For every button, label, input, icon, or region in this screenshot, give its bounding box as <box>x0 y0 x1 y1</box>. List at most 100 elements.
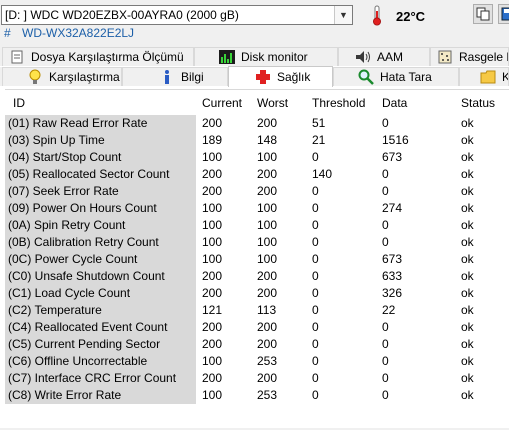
tab-error-scan[interactable]: Hata Tara <box>333 67 459 86</box>
cell-id: (C4) Reallocated Event Count <box>5 319 196 336</box>
tab-info[interactable]: Bilgi <box>122 67 228 86</box>
cell-current: 189 <box>202 133 223 147</box>
cell-current: 100 <box>202 201 223 215</box>
thermometer-icon <box>373 5 381 26</box>
cell-status: ok <box>461 371 474 385</box>
drive-select[interactable]: [D: ] WDC WD20EZBX-00AYRA0 (2000 gB) ▼ <box>1 5 353 25</box>
cell-threshold: 21 <box>312 133 326 147</box>
table-row[interactable]: (0C) Power Cycle Count 100 100 0 673 ok <box>5 251 509 268</box>
tab-label: Disk monitor <box>241 50 308 64</box>
cell-id: (C7) Interface CRC Error Count <box>5 370 196 387</box>
column-header-threshold[interactable]: Threshold <box>312 96 365 110</box>
cell-worst: 200 <box>257 286 278 300</box>
tab-health[interactable]: Sağlık <box>228 66 333 87</box>
table-row[interactable]: (0A) Spin Retry Count 100 100 0 0 ok <box>5 217 509 234</box>
column-header-data[interactable]: Data <box>382 96 407 110</box>
info-icon <box>159 69 175 85</box>
cell-id: (C0) Unsafe Shutdown Count <box>5 268 196 285</box>
chart-icon <box>219 49 235 65</box>
cell-current: 200 <box>202 337 223 351</box>
save-button[interactable] <box>498 4 509 24</box>
random-icon <box>437 49 453 65</box>
table-row[interactable]: (C1) Load Cycle Count 200 200 0 326 ok <box>5 285 509 302</box>
cell-status: ok <box>461 235 474 249</box>
cell-worst: 200 <box>257 116 278 130</box>
attribute-name: (0A) Spin Retry Count <box>8 218 126 232</box>
cell-data: 0 <box>382 116 389 130</box>
tab-disk-monitor[interactable]: Disk monitor <box>194 47 338 66</box>
cell-status: ok <box>461 388 474 402</box>
chevron-down-icon[interactable]: ▼ <box>334 6 352 24</box>
tab-label: Rasgele E <box>459 50 509 64</box>
table-row[interactable]: (0B) Calibration Retry Count 100 100 0 0 ok <box>5 234 509 251</box>
attribute-name: (05) Reallocated Sector Count <box>8 167 170 181</box>
attribute-name: (03) Spin Up Time <box>8 133 105 147</box>
serial-hash: # <box>4 26 11 40</box>
tab-random-access[interactable]: Rasgele E <box>430 47 509 66</box>
tab-benchmark[interactable]: Karşılaştırma <box>2 67 122 86</box>
attribute-name: (C1) Load Cycle Count <box>8 286 131 300</box>
cell-worst: 253 <box>257 388 278 402</box>
table-row[interactable]: (C6) Offline Uncorrectable 100 253 0 0 ok <box>5 353 509 370</box>
attribute-name: (0B) Calibration Retry Count <box>8 235 159 249</box>
tab-file-benchmark[interactable]: Dosya Karşılaştırma Ölçümü <box>2 47 194 66</box>
drive-select-value: [D: ] WDC WD20EZBX-00AYRA0 (2000 gB) <box>5 8 239 22</box>
tab-label: Karşılaştırma <box>49 70 120 84</box>
table-row[interactable]: (01) Raw Read Error Rate 200 200 51 0 ok <box>5 115 509 132</box>
column-header-status[interactable]: Status <box>461 96 495 110</box>
table-row[interactable]: (07) Seek Error Rate 200 200 0 0 ok <box>5 183 509 200</box>
attribute-name: (0C) Power Cycle Count <box>8 252 138 266</box>
lightbulb-icon <box>27 69 43 85</box>
cell-threshold: 0 <box>312 252 319 266</box>
table-row[interactable]: (03) Spin Up Time 189 148 21 1516 ok <box>5 132 509 149</box>
attribute-name: (C0) Unsafe Shutdown Count <box>8 269 165 283</box>
tab-label: K <box>502 70 508 84</box>
cell-current: 200 <box>202 371 223 385</box>
column-header-worst[interactable]: Worst <box>257 96 288 110</box>
column-header-current[interactable]: Current <box>202 96 242 110</box>
cell-worst: 200 <box>257 167 278 181</box>
attribute-name: (01) Raw Read Error Rate <box>8 116 148 130</box>
cell-data: 673 <box>382 150 403 164</box>
cell-id: (03) Spin Up Time <box>5 132 196 149</box>
cell-current: 100 <box>202 252 223 266</box>
cell-worst: 200 <box>257 184 278 198</box>
tab-folder[interactable]: K <box>459 67 509 86</box>
column-header-id[interactable]: ID <box>13 96 25 110</box>
table-row[interactable]: (C5) Current Pending Sector 200 200 0 0 ok <box>5 336 509 353</box>
table-row[interactable]: (05) Reallocated Sector Count 200 200 140 0 o… <box>5 166 509 183</box>
tab-label: Bilgi <box>181 70 204 84</box>
table-row[interactable]: (C0) Unsafe Shutdown Count 200 200 0 633 ok <box>5 268 509 285</box>
attribute-name: (09) Power On Hours Count <box>8 201 157 215</box>
cell-current: 200 <box>202 167 223 181</box>
cell-status: ok <box>461 133 474 147</box>
table-row[interactable]: (C2) Temperature 121 113 0 22 ok <box>5 302 509 319</box>
cell-threshold: 0 <box>312 337 319 351</box>
cell-status: ok <box>461 252 474 266</box>
table-row[interactable]: (C7) Interface CRC Error Count 200 200 0 0 ok <box>5 370 509 387</box>
magnifier-icon <box>358 69 374 85</box>
cell-current: 200 <box>202 286 223 300</box>
cell-threshold: 0 <box>312 303 319 317</box>
cell-status: ok <box>461 218 474 232</box>
copy-icon <box>476 7 490 21</box>
save-icon <box>501 7 509 21</box>
file-compare-icon <box>9 49 25 65</box>
toolbar: [D: ] WDC WD20EZBX-00AYRA0 (2000 gB) ▼ 2… <box>0 0 509 48</box>
copy-button[interactable] <box>473 4 493 24</box>
table-row[interactable]: (C8) Write Error Rate 100 253 0 0 ok <box>5 387 509 404</box>
cell-data: 0 <box>382 218 389 232</box>
cell-threshold: 0 <box>312 269 319 283</box>
cell-data: 633 <box>382 269 403 283</box>
tab-aam[interactable]: AAM <box>338 47 430 66</box>
cell-status: ok <box>461 337 474 351</box>
cell-threshold: 0 <box>312 286 319 300</box>
cell-status: ok <box>461 303 474 317</box>
cell-threshold: 0 <box>312 371 319 385</box>
cell-current: 100 <box>202 388 223 402</box>
table-row[interactable]: (C4) Reallocated Event Count 200 200 0 0 ok <box>5 319 509 336</box>
table-row[interactable]: (09) Power On Hours Count 100 100 0 274 ok <box>5 200 509 217</box>
tab-label: AAM <box>377 50 404 64</box>
cell-worst: 148 <box>257 133 278 147</box>
table-row[interactable]: (04) Start/Stop Count 100 100 0 673 ok <box>5 149 509 166</box>
